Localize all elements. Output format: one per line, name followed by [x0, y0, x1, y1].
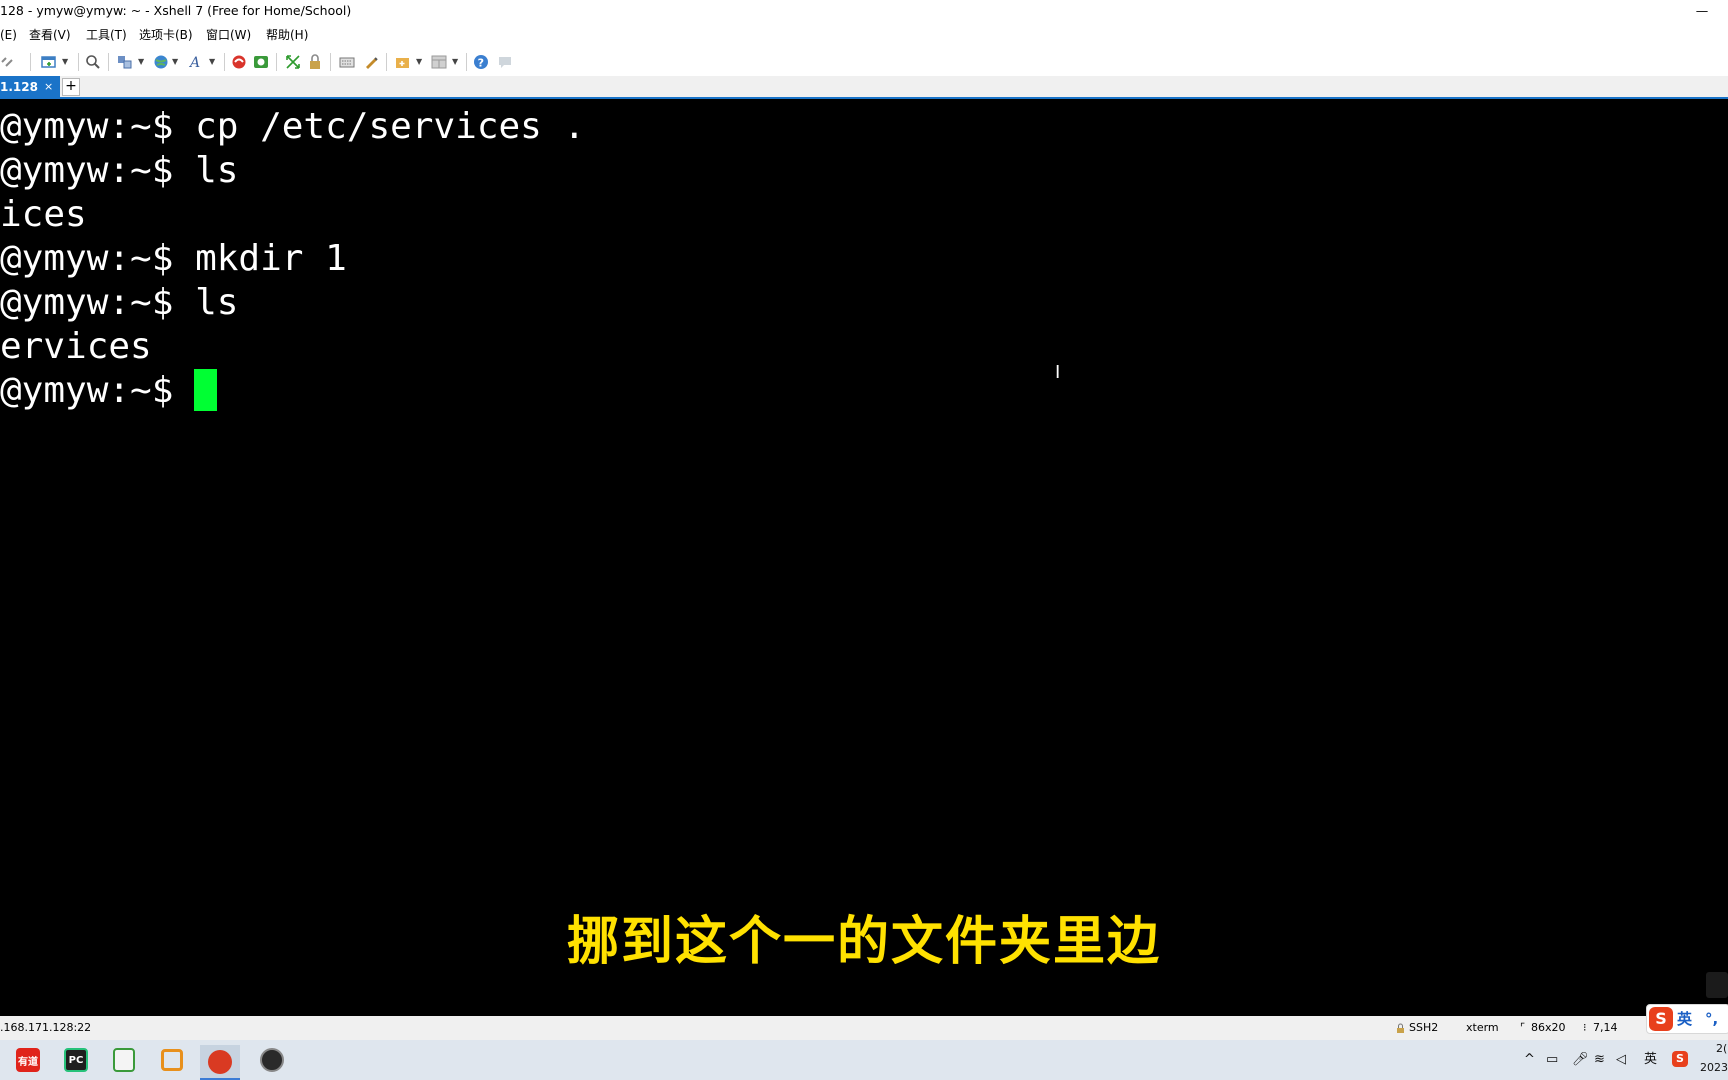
tab-label: 1.128 [0, 80, 38, 94]
toolbar-separator [276, 53, 277, 71]
chevron-down-icon[interactable]: ▼ [62, 57, 68, 66]
terminal-area[interactable]: @ymyw:~$ cp /etc/services . @ymyw:~$ ls … [0, 99, 1728, 1016]
notepad-icon [113, 1048, 135, 1072]
add-tab-button[interactable]: + [62, 78, 80, 96]
terminal-line: @ymyw:~$ ls [0, 282, 239, 323]
taskbar-app-youdao[interactable]: 有道 [8, 1045, 48, 1075]
fullscreen-icon[interactable] [284, 53, 302, 71]
keyboard-icon[interactable] [338, 53, 356, 71]
vmware-icon [161, 1049, 183, 1071]
ime-punctuation[interactable]: °, [1705, 1007, 1718, 1031]
globe-icon[interactable] [152, 53, 170, 71]
compose-icon[interactable] [394, 53, 412, 71]
close-icon[interactable]: × [44, 76, 53, 98]
menu-window[interactable]: 窗口(W) [206, 22, 251, 48]
terminal-cursor [194, 369, 217, 411]
toolbar-separator [108, 53, 109, 71]
microphone-icon[interactable]: 🎤︎ [1572, 1050, 1589, 1070]
status-size: 86x20 [1531, 1021, 1566, 1034]
chevron-down-icon[interactable]: ▼ [172, 57, 178, 66]
battery-icon[interactable]: ▭ [1546, 1050, 1558, 1070]
tray-ime-lang[interactable]: 英 [1644, 1050, 1657, 1070]
clock-time[interactable]: 2( [1716, 1042, 1727, 1055]
terminal-prompt: @ymyw:~$ [0, 370, 196, 411]
taskbar-app-notepad[interactable] [104, 1045, 144, 1075]
tray-expand-icon[interactable]: ^ [1524, 1050, 1535, 1070]
ime-language[interactable]: 英 [1677, 1007, 1692, 1031]
chevron-down-icon[interactable]: ▼ [452, 57, 458, 66]
menu-help[interactable]: 帮助(H) [266, 22, 308, 48]
transfer-icon[interactable] [116, 53, 134, 71]
toolbar-separator [224, 53, 225, 71]
menu-view[interactable]: 查看(V) [29, 22, 71, 48]
taskbar-app-obs[interactable] [252, 1045, 292, 1075]
menu-tabs[interactable]: 选项卡(B) [139, 22, 193, 48]
toolbar-separator [30, 53, 31, 71]
toolbar-separator [78, 53, 79, 71]
terminal-line: ervices [0, 326, 152, 367]
minimize-button[interactable]: — [1690, 0, 1714, 22]
find-icon[interactable] [84, 53, 102, 71]
taskbar: 有道 PC ^ ▭ 🎤︎ ≋ ◁ 英 S 2( 2023 [0, 1040, 1728, 1080]
toolbar-separator [330, 53, 331, 71]
toolbar-separator [386, 53, 387, 71]
script-icon[interactable] [362, 53, 380, 71]
font-icon[interactable]: A [188, 53, 206, 71]
wifi-icon[interactable]: ≋ [1594, 1050, 1605, 1070]
xshell-icon [208, 1049, 232, 1074]
status-host: .168.171.128:22 [0, 1021, 92, 1034]
status-protocol: SSH2 [1409, 1021, 1439, 1034]
chevron-down-icon[interactable]: ▼ [416, 57, 422, 66]
lock-icon[interactable] [306, 53, 324, 71]
terminal-line: ices [0, 194, 87, 235]
svg-text:A: A [188, 55, 200, 71]
ime-toolbar[interactable]: S 英 °, [1646, 1004, 1728, 1034]
taskbar-app-xshell[interactable] [200, 1045, 240, 1080]
tab-strip: 1.128 × + [0, 76, 1728, 98]
window-title: 128 - ymyw@ymyw: ~ - Xshell 7 (Free for … [0, 3, 352, 18]
status-cursor-pos: 7,14 [1593, 1021, 1618, 1034]
sogou-logo-icon: S [1649, 1007, 1673, 1031]
status-bar: .168.171.128:22 SSH2 xterm ⌜ 86x20 ⁝ 7,1… [0, 1016, 1728, 1040]
status-terminal-type: xterm [1466, 1021, 1499, 1034]
link-icon[interactable] [0, 53, 18, 71]
menu-edit[interactable]: (E) [0, 22, 17, 48]
taskbar-app-pycharm[interactable]: PC [56, 1045, 96, 1075]
chevron-down-icon[interactable]: ▼ [209, 57, 215, 66]
sogou-tray-icon[interactable]: S [1672, 1051, 1688, 1067]
cursor-pos-icon: ⁝ [1583, 1021, 1587, 1034]
terminal-line: @ymyw:~$ ls [0, 150, 239, 191]
terminal-line: @ymyw:~$ cp /etc/services . [0, 106, 586, 147]
clock-date[interactable]: 2023 [1700, 1061, 1728, 1074]
ibeam-cursor-icon: I [1055, 362, 1061, 383]
scroll-grip[interactable] [1706, 972, 1728, 998]
svg-text:?: ? [478, 57, 484, 70]
terminal-line: @ymyw:~$ mkdir 1 [0, 238, 347, 279]
chevron-down-icon[interactable]: ▼ [138, 57, 144, 66]
pycharm-icon: PC [64, 1048, 88, 1072]
toolbar-separator [466, 53, 467, 71]
menu-tools[interactable]: 工具(T) [86, 22, 127, 48]
xftp-icon[interactable] [230, 53, 248, 71]
lock-icon [1396, 1016, 1405, 1040]
layout-icon[interactable] [430, 53, 448, 71]
taskbar-app-vmware[interactable] [152, 1045, 192, 1075]
volume-icon[interactable]: ◁ [1616, 1050, 1626, 1070]
toolbar: ▼ ▼ ▼ A ▼ ▼ ▼ ? [0, 48, 1728, 77]
obs-icon [260, 1048, 284, 1072]
xmanager-icon[interactable] [252, 53, 270, 71]
tab-session[interactable]: 1.128 × [0, 76, 60, 98]
resize-icon: ⌜ [1520, 1021, 1526, 1034]
help-icon[interactable]: ? [472, 53, 490, 71]
chat-icon[interactable] [496, 53, 514, 71]
new-session-icon[interactable] [40, 53, 58, 71]
youdao-icon: 有道 [16, 1048, 40, 1072]
title-bar: 128 - ymyw@ymyw: ~ - Xshell 7 (Free for … [0, 0, 1728, 22]
video-subtitle: 挪到这个一的文件夹里边 [566, 912, 1161, 972]
menu-bar: (E) 查看(V) 工具(T) 选项卡(B) 窗口(W) 帮助(H) [0, 22, 1728, 48]
